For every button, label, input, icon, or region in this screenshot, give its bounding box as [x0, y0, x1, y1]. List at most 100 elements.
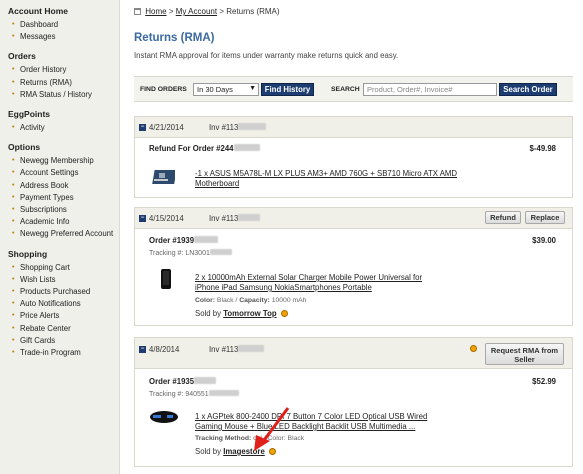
sidebar-item-products-purchased[interactable]: Products Purchased	[8, 286, 119, 298]
tracking-number: Tracking #: 940551	[149, 390, 239, 398]
order-number: Refund For Order #244	[149, 144, 260, 153]
order-label: Order #1939	[149, 236, 195, 245]
redacted-text	[233, 144, 260, 151]
tracking-method-label: Tracking Method:	[195, 435, 252, 442]
capacity-value: 10000 mAh	[271, 297, 307, 304]
sidebar-list: DashboardMessages	[8, 19, 119, 44]
search-placeholder: Product, Order#, Invoice#	[367, 85, 453, 94]
breadcrumb: Home > My Account > Returns (RMA)	[134, 7, 280, 16]
sidebar-section-title: Account Home	[8, 6, 68, 16]
invoice-number: Inv #113	[209, 123, 267, 132]
redacted-text	[194, 236, 219, 243]
sidebar-item-auto-notifications[interactable]: Auto Notifications	[8, 298, 119, 310]
sidebar-item-rma-status-history[interactable]: RMA Status / History	[8, 89, 119, 101]
search-input[interactable]: Product, Order#, Invoice#	[363, 83, 497, 96]
invoice-number: Inv #113	[209, 345, 265, 354]
order-label: Refund For Order #244	[149, 144, 234, 153]
sidebar-list: Newegg MembershipAccount SettingsAddress…	[8, 155, 119, 241]
sidebar-item-dashboard[interactable]: Dashboard	[8, 19, 119, 31]
sidebar-item-trade-in-program[interactable]: Trade-in Program	[8, 347, 119, 359]
sold-by-label: Sold by	[195, 309, 222, 318]
order-amount: $-49.98	[529, 144, 556, 153]
sidebar-item-address-book[interactable]: Address Book	[8, 180, 119, 192]
sidebar-item-gift-cards[interactable]: Gift Cards	[8, 335, 119, 347]
product-link[interactable]: 1 x AGPtek 800-2400 DPI 7 Button 7 Color…	[195, 412, 440, 432]
sidebar-list: Shopping CartWish ListsProducts Purchase…	[8, 262, 119, 360]
sidebar-item-subscriptions[interactable]: Subscriptions	[8, 204, 119, 216]
replace-button[interactable]: Replace	[525, 211, 565, 224]
redacted-text	[238, 123, 267, 130]
sidebar-section-title: EggPoints	[8, 109, 51, 120]
invoice-visible: 113	[225, 214, 239, 223]
capacity-label: Capacity:	[239, 297, 270, 304]
breadcrumb-home[interactable]: Home	[145, 7, 166, 16]
sidebar-item-newegg-preferred-account[interactable]: Newegg Preferred Account	[8, 228, 119, 240]
sidebar-item-wish-lists[interactable]: Wish Lists	[8, 274, 119, 286]
order-card-1935: − 4/8/2014 Inv #113 Request RMA from Sel…	[134, 337, 573, 467]
invoice-label: Inv #	[209, 123, 226, 132]
sidebar-item-account-settings[interactable]: Account Settings	[8, 167, 119, 179]
sidebar-item-payment-types[interactable]: Payment Types	[8, 192, 119, 204]
home-icon	[134, 8, 141, 15]
red-arrow-annotation	[254, 407, 290, 451]
card-header: − 4/8/2014 Inv #113 Request RMA from Sel…	[135, 338, 572, 369]
motherboard-product-image[interactable]	[151, 168, 175, 186]
date-range-select[interactable]: In 30 Days ▼	[193, 83, 259, 96]
sidebar-section-title: Shopping	[8, 248, 48, 259]
collapse-minus-icon[interactable]: −	[139, 346, 146, 353]
redacted-text	[194, 377, 217, 384]
order-number: Order #1939	[149, 236, 219, 245]
solar-charger-product-image[interactable]	[160, 268, 172, 290]
page-title: Returns (RMA)	[134, 32, 215, 44]
product-link[interactable]: -1 x ASUS M5A78L-M LX PLUS AM3+ AMD 760G…	[195, 169, 465, 189]
sidebar-item-rebate-center[interactable]: Rebate Center	[8, 323, 119, 335]
order-number: Order #1935	[149, 377, 217, 386]
order-date: 4/21/2014	[149, 123, 184, 132]
order-label: Order #1935	[149, 377, 195, 386]
request-rma-button[interactable]: Request RMA from Seller	[485, 343, 564, 365]
page-subtitle: Instant RMA approval for items under war…	[134, 51, 399, 60]
tracking-label: Tracking #:	[149, 250, 184, 257]
sidebar-list: Activity	[8, 122, 119, 134]
sidebar-item-order-history[interactable]: Order History	[8, 64, 119, 76]
collapse-minus-icon[interactable]: −	[139, 215, 146, 222]
sidebar-list: Order HistoryReturns (RMA)RMA Status / H…	[8, 64, 119, 101]
seller-link[interactable]: Tomorrow Top	[223, 309, 276, 318]
order-amount: $39.00	[532, 236, 556, 245]
redacted-text	[208, 390, 239, 396]
sidebar-item-activity[interactable]: Activity	[8, 122, 119, 134]
sidebar-item-academic-info[interactable]: Academic Info	[8, 216, 119, 228]
sidebar-item-returns-rma[interactable]: Returns (RMA)	[8, 77, 119, 89]
breadcrumb-separator: >	[168, 7, 174, 16]
order-card-refund: − 4/21/2014 Inv #113 Refund For Order #2…	[134, 116, 573, 198]
order-card-1939: − 4/15/2014 Inv #113 Refund Replace Orde…	[134, 207, 573, 326]
sidebar-item-price-alerts[interactable]: Price Alerts	[8, 310, 119, 322]
tracking-label: Tracking #:	[149, 391, 184, 398]
tracking-visible: 940551	[185, 391, 209, 398]
find-history-button[interactable]: Find History	[261, 83, 314, 96]
search-order-button[interactable]: Search Order	[499, 83, 557, 96]
invoice-visible: 113	[225, 123, 239, 132]
product-link[interactable]: 2 x 10000mAh External Solar Charger Mobi…	[195, 273, 440, 293]
chevron-down-icon: ▼	[249, 85, 256, 92]
smiley-rating-icon	[470, 345, 477, 352]
sidebar-item-newegg-membership[interactable]: Newegg Membership	[8, 155, 119, 167]
invoice-label: Inv #	[209, 214, 226, 223]
sidebar-item-messages[interactable]: Messages	[8, 31, 119, 43]
search-label: SEARCH	[331, 86, 360, 93]
tracking-visible: LN3001	[185, 250, 210, 257]
gaming-mouse-product-image[interactable]	[149, 410, 179, 424]
invoice-visible: 113	[225, 345, 239, 354]
redacted-text	[209, 249, 232, 255]
redacted-text	[238, 345, 265, 352]
tracking-number: Tracking #: LN3001	[149, 249, 232, 257]
product-attributes: Color: Black / Capacity: 10000 mAh	[195, 297, 307, 304]
breadcrumb-my-account[interactable]: My Account	[176, 7, 217, 16]
collapse-minus-icon[interactable]: −	[139, 124, 146, 131]
invoice-number: Inv #113	[209, 214, 261, 223]
sidebar-item-shopping-cart[interactable]: Shopping Cart	[8, 262, 119, 274]
sidebar-section-title: Options	[8, 142, 41, 153]
refund-button[interactable]: Refund	[485, 211, 521, 224]
filter-bar: FIND ORDERS In 30 Days ▼ Find History SE…	[134, 76, 573, 102]
color-label: Color:	[195, 297, 216, 304]
